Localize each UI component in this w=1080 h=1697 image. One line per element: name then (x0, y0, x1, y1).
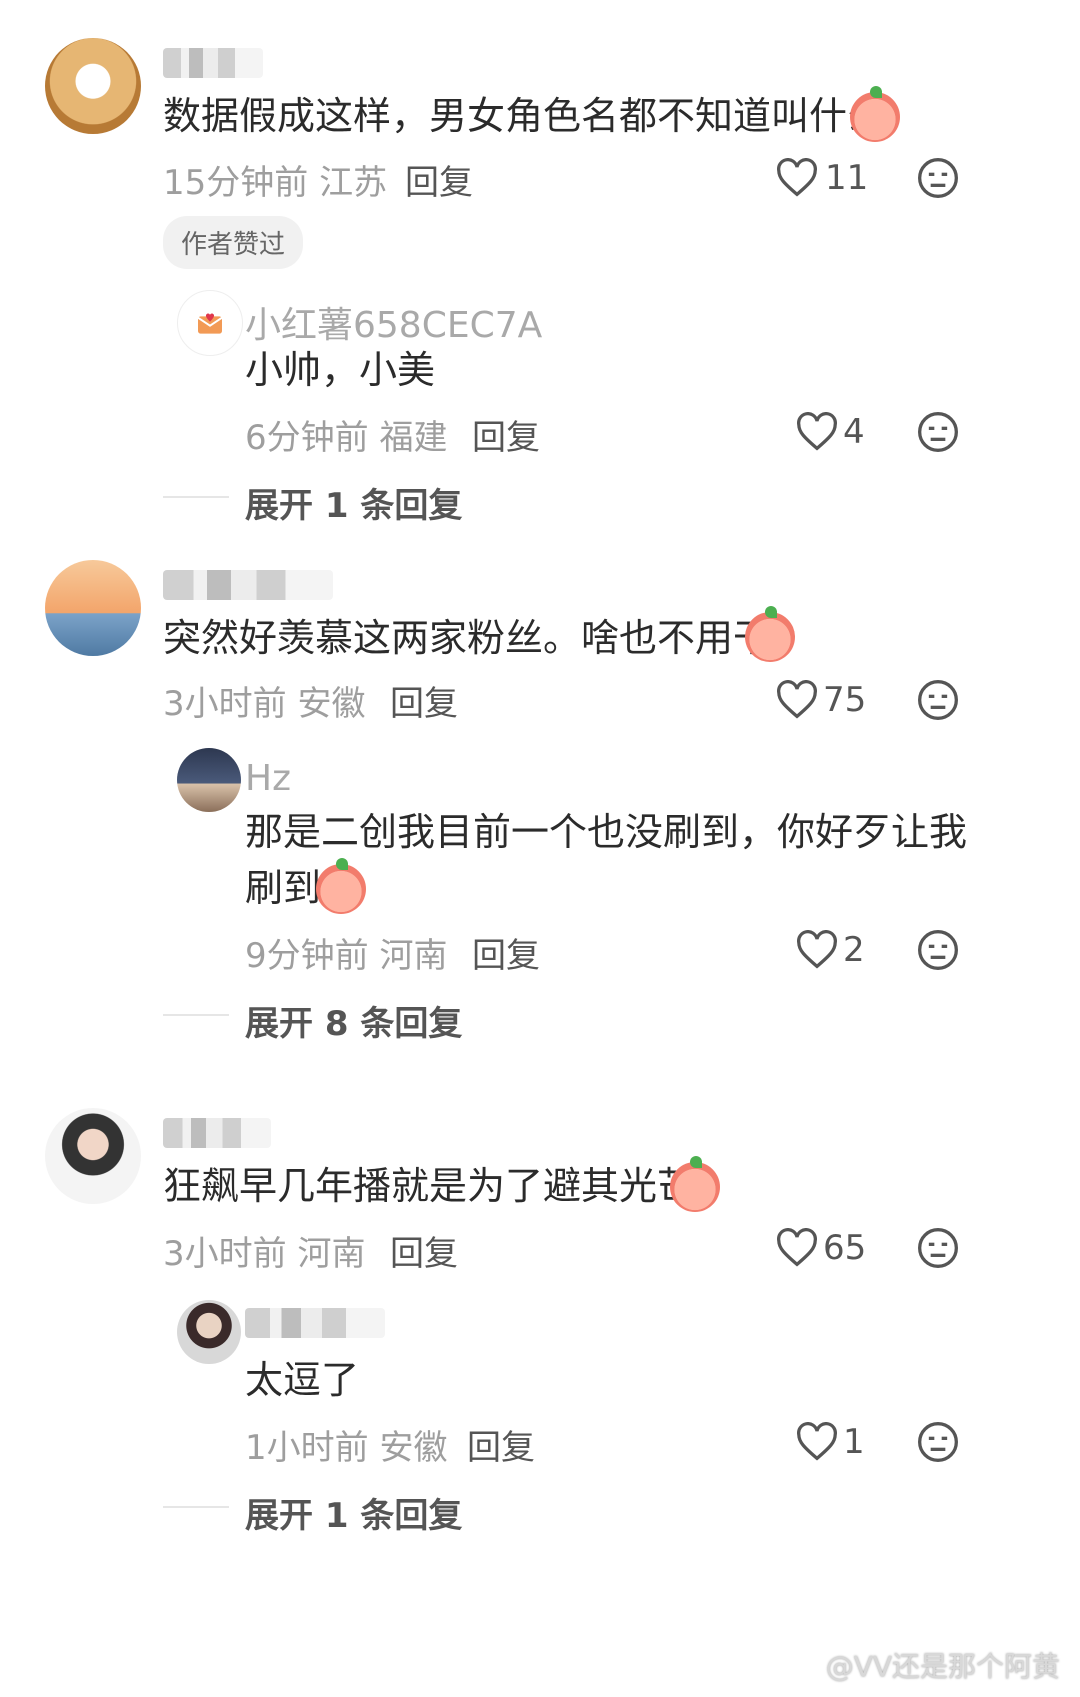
reply-button[interactable]: 回复 (390, 1226, 458, 1275)
like-count: 75 (823, 680, 867, 720)
like-count: 11 (825, 158, 869, 198)
username-blurred[interactable] (163, 570, 333, 600)
comment-meta: 3小时前 河南 (163, 1226, 365, 1275)
avatar[interactable] (45, 1108, 141, 1204)
laughing-emoji-icon (670, 1156, 720, 1212)
like-count: 1 (843, 1422, 865, 1462)
avatar[interactable] (177, 1300, 241, 1364)
heart-outline-icon[interactable] (775, 680, 819, 720)
like-count: 65 (823, 1228, 867, 1268)
expand-replies-button[interactable]: 展开 1 条回复 (245, 1488, 462, 1537)
neutral-face-icon[interactable] (916, 928, 960, 972)
crying-emoji-icon (850, 86, 900, 142)
reply-meta: 9分钟前 河南 (245, 928, 447, 977)
divider (163, 1506, 229, 1508)
username[interactable]: Hz (245, 758, 291, 799)
heart-outline-icon[interactable] (795, 1422, 839, 1462)
reply-button[interactable]: 回复 (467, 1420, 535, 1469)
neutral-face-icon[interactable] (916, 678, 960, 722)
comment-text: 突然好羡慕这两家粉丝。啥也不用干 (163, 616, 772, 660)
expand-replies-button[interactable]: 展开 8 条回复 (245, 996, 462, 1045)
author-liked-badge: 作者赞过 (163, 216, 304, 269)
comment-region: 江苏 (319, 163, 388, 203)
reply-meta: 6分钟前 福建 (245, 410, 447, 459)
watermark: @VV还是那个阿黄 (825, 1650, 1060, 1683)
reply-button[interactable]: 回复 (472, 928, 540, 977)
reply-region: 河南 (379, 936, 448, 976)
username-blurred[interactable] (245, 1308, 385, 1338)
heart-outline-icon[interactable] (795, 412, 839, 452)
envelope-heart-icon (197, 313, 223, 334)
reply-region: 福建 (379, 418, 448, 458)
neutral-face-icon[interactable] (916, 1226, 960, 1270)
neutral-face-icon[interactable] (916, 1420, 960, 1464)
reply-meta: 1小时前 安徽 (245, 1420, 447, 1469)
sunglasses-emoji-icon (745, 606, 795, 662)
comment-region: 安徽 (297, 684, 366, 724)
avatar[interactable] (45, 560, 141, 656)
username-blurred[interactable] (163, 48, 263, 78)
divider (163, 1014, 229, 1016)
avatar[interactable] (177, 748, 241, 812)
comment-time: 15分钟前 (163, 163, 309, 203)
expand-replies-button[interactable]: 展开 1 条回复 (245, 478, 462, 527)
crying-emoji-icon (316, 858, 366, 914)
reply-time: 1小时前 (245, 1428, 369, 1468)
divider (163, 496, 229, 498)
reply-button[interactable]: 回复 (472, 410, 540, 459)
comment-time: 3小时前 (163, 1234, 287, 1274)
heart-outline-icon[interactable] (775, 1228, 819, 1268)
like-count: 4 (843, 412, 865, 452)
comment-region: 河南 (297, 1234, 366, 1274)
heart-outline-icon[interactable] (775, 158, 819, 198)
neutral-face-icon[interactable] (916, 410, 960, 454)
reply-text: 小帅，小美 (245, 348, 436, 392)
avatar[interactable] (45, 38, 141, 134)
reply-time: 9分钟前 (245, 936, 369, 976)
comment-meta: 3小时前 安徽 (163, 676, 365, 725)
reply-button[interactable]: 回复 (390, 676, 458, 725)
avatar[interactable] (177, 290, 243, 356)
like-count: 2 (843, 930, 865, 970)
neutral-face-icon[interactable] (916, 156, 960, 200)
heart-outline-icon[interactable] (795, 930, 839, 970)
reply-text-line1: 那是二创我目前一个也没刷到，你好歹让我 (245, 810, 968, 854)
reply-time: 6分钟前 (245, 418, 369, 458)
username-blurred[interactable] (163, 1118, 271, 1148)
reply-button[interactable]: 回复 (405, 155, 473, 204)
comment-time: 3小时前 (163, 684, 287, 724)
reply-text-line2: 刷到 (245, 866, 322, 910)
comment-text: 数据假成这样，男女角色名都不知道叫什么 (163, 94, 886, 138)
comment-text: 狂飙早几年播就是为了避其光芒 (163, 1164, 696, 1208)
reply-text: 太逗了 (245, 1358, 360, 1402)
reply-region: 安徽 (379, 1428, 448, 1468)
comment-meta: 15分钟前 江苏 (163, 155, 387, 204)
